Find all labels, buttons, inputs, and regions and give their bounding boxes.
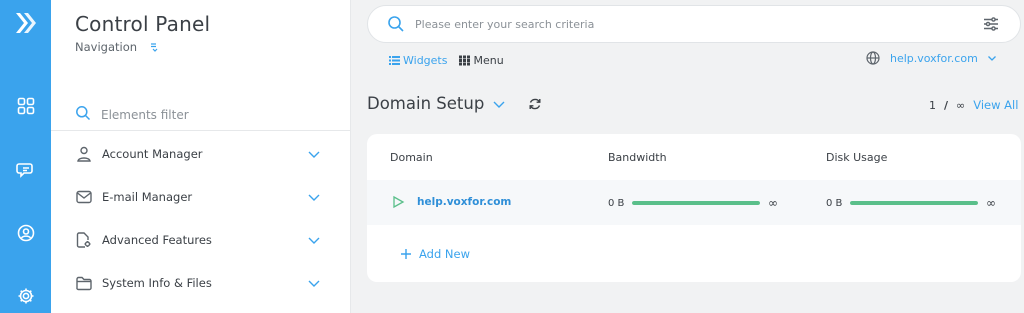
bandwidth-usage: 0 B ∞ xyxy=(608,196,778,210)
pager: 1 / ∞ View All xyxy=(929,98,1018,112)
tab-menu[interactable]: Menu xyxy=(459,54,504,67)
chevron-down-icon[interactable] xyxy=(492,97,506,111)
tab-label: Widgets xyxy=(403,54,448,67)
section-title[interactable]: Domain Setup xyxy=(367,94,484,113)
navigation-panel: Control Panel Navigation Account Manager… xyxy=(51,0,351,313)
disk-progress-fill xyxy=(850,201,978,205)
grid-icon xyxy=(459,55,471,66)
refresh-icon[interactable] xyxy=(528,97,542,111)
page-separator: / xyxy=(944,98,949,112)
tab-widgets[interactable]: Widgets xyxy=(389,54,447,67)
page-total: ∞ xyxy=(956,98,966,112)
view-all-link[interactable]: View All xyxy=(973,98,1018,112)
elements-filter[interactable] xyxy=(75,100,351,130)
column-header-bandwidth: Bandwidth xyxy=(608,151,667,164)
add-new-label: Add New xyxy=(419,247,471,261)
folder-icon xyxy=(75,274,93,292)
nav-item-account-manager[interactable]: Account Manager xyxy=(75,139,321,169)
site-switcher[interactable]: help.voxfor.com xyxy=(866,51,997,65)
nav-item-advanced-features[interactable]: Advanced Features xyxy=(75,225,321,255)
view-tabs: Widgets Menu xyxy=(389,54,516,67)
document-gear-icon xyxy=(75,231,93,249)
chevron-down-icon xyxy=(987,53,997,63)
disk-used: 0 B xyxy=(826,197,843,209)
section-header: Domain Setup xyxy=(367,94,542,113)
page-current: 1 xyxy=(929,98,936,112)
column-header-disk-usage: Disk Usage xyxy=(826,151,888,164)
add-new-button[interactable]: Add New xyxy=(400,247,470,261)
search-icon xyxy=(387,15,405,33)
icon-rail xyxy=(0,0,51,313)
list-icon xyxy=(389,55,400,66)
navigation-label: Navigation xyxy=(75,40,138,54)
bandwidth-max: ∞ xyxy=(768,196,778,210)
envelope-icon xyxy=(75,188,93,206)
chevron-down-icon xyxy=(307,276,321,290)
disk-usage: 0 B ∞ xyxy=(826,196,996,210)
global-search-bar[interactable] xyxy=(367,5,1021,43)
bandwidth-used: 0 B xyxy=(608,197,625,209)
nav-item-label: E-mail Manager xyxy=(102,190,193,204)
bandwidth-progress-bar xyxy=(632,201,760,205)
chevron-down-icon xyxy=(307,233,321,247)
globe-icon xyxy=(866,51,880,65)
chevron-down-icon xyxy=(307,190,321,204)
widgets-grid-icon[interactable] xyxy=(0,89,51,123)
nav-item-label: System Info & Files xyxy=(102,276,212,290)
navigation-subtitle: Navigation xyxy=(75,40,161,54)
elements-filter-input[interactable] xyxy=(101,108,321,122)
chat-icon[interactable] xyxy=(0,153,51,187)
filter-sliders-icon[interactable] xyxy=(982,15,1000,33)
search-icon xyxy=(75,105,91,125)
nav-item-email-manager[interactable]: E-mail Manager xyxy=(75,182,321,212)
plus-icon xyxy=(400,248,412,260)
bandwidth-progress-fill xyxy=(632,201,760,205)
nav-item-label: Advanced Features xyxy=(102,233,212,247)
search-input[interactable] xyxy=(415,17,982,31)
play-icon[interactable] xyxy=(391,195,405,209)
table-row[interactable]: help.voxfor.com 0 B ∞ 0 B ∞ xyxy=(367,180,1021,225)
table-header: Domain Bandwidth Disk Usage xyxy=(367,134,1021,180)
user-icon xyxy=(75,145,93,163)
domain-link[interactable]: help.voxfor.com xyxy=(417,196,511,208)
site-name: help.voxfor.com xyxy=(890,51,978,65)
tab-label: Menu xyxy=(473,54,504,67)
settings-gear-icon[interactable] xyxy=(0,279,51,313)
chevron-down-icon xyxy=(307,147,321,161)
nav-item-label: Account Manager xyxy=(102,147,203,161)
domain-setup-card: Domain Bandwidth Disk Usage help.voxfor.… xyxy=(367,134,1021,282)
nav-item-system-info-files[interactable]: System Info & Files xyxy=(75,268,321,298)
disk-max: ∞ xyxy=(986,196,996,210)
pin-icon[interactable] xyxy=(147,40,161,54)
user-circle-icon[interactable] xyxy=(0,216,51,250)
disk-progress-bar xyxy=(850,201,978,205)
logo-icon[interactable] xyxy=(0,0,51,46)
panel-title: Control Panel xyxy=(75,12,211,36)
divider xyxy=(51,130,351,131)
column-header-domain: Domain xyxy=(390,151,433,164)
